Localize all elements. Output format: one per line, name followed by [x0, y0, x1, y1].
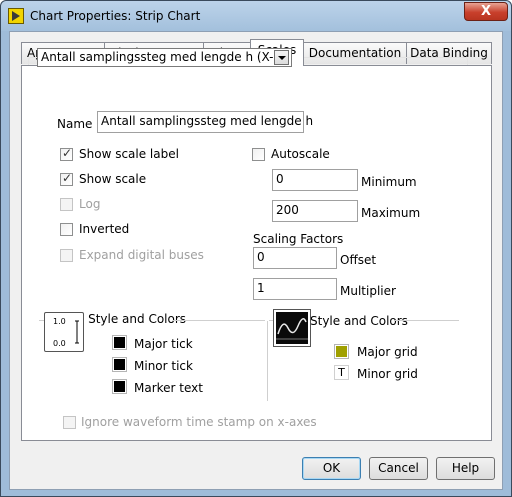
- scale-style-picker[interactable]: 1.0 0.0: [44, 312, 84, 352]
- ok-button[interactable]: OK: [302, 457, 361, 480]
- grid-style-rule-right: [395, 320, 459, 321]
- help-button[interactable]: Help: [436, 457, 495, 480]
- name-field[interactable]: Antall samplingssteg med lengde h: [97, 111, 313, 133]
- offset-field[interactable]: 0: [253, 247, 337, 269]
- grid-style-picker[interactable]: [273, 309, 311, 347]
- svg-text:0.0: 0.0: [53, 339, 66, 348]
- marker-text-color-swatch[interactable]: [112, 379, 127, 394]
- minor-grid-color-swatch[interactable]: T: [334, 365, 349, 380]
- title-bar[interactable]: Chart Properties: Strip Chart X: [1, 1, 511, 31]
- window-title: Chart Properties: Strip Chart: [30, 9, 201, 23]
- major-grid-label: Major grid: [357, 345, 418, 359]
- ignore-timestamp-checkbox: [63, 416, 76, 429]
- axis-selector[interactable]: Antall samplingssteg med lengde h (X-: [37, 48, 292, 67]
- major-grid-color: [336, 346, 347, 357]
- autoscale-checkbox[interactable]: [252, 148, 265, 161]
- major-tick-color: [114, 337, 125, 348]
- scaling-factors-label: Scaling Factors: [253, 232, 344, 246]
- minor-grid-label: Minor grid: [357, 367, 418, 381]
- log-checkbox: [60, 198, 73, 211]
- name-label: Name: [57, 117, 93, 131]
- minor-tick-color: [114, 359, 125, 370]
- expand-digital-buses-label: Expand digital buses: [79, 248, 204, 262]
- dialog-window: Chart Properties: Strip Chart X Appearan…: [0, 0, 512, 497]
- labview-icon: [8, 8, 24, 24]
- maximum-label: Maximum: [361, 206, 421, 220]
- maximum-field[interactable]: 200: [272, 200, 358, 222]
- show-scale-label-checkbox[interactable]: [60, 146, 73, 161]
- major-grid-color-swatch[interactable]: [334, 344, 349, 359]
- marker-text-label: Marker text: [134, 381, 203, 395]
- minor-tick-label: Minor tick: [134, 359, 193, 373]
- axis-selector-value: Antall samplingssteg med lengde h (X-: [41, 50, 274, 64]
- cancel-button[interactable]: Cancel: [369, 457, 428, 480]
- marker-text-color: [114, 381, 125, 392]
- inverted-checkbox[interactable]: [60, 223, 73, 236]
- ignore-timestamp-label: Ignore waveform time stamp on x-axes: [81, 415, 317, 429]
- minor-tick-color-swatch[interactable]: [112, 357, 127, 372]
- minimum-field[interactable]: 0: [272, 169, 358, 191]
- show-scale-checkbox[interactable]: [60, 171, 73, 186]
- multiplier-label: Multiplier: [340, 284, 396, 298]
- scale-style-icon: 1.0 0.0: [53, 317, 79, 348]
- group-divider: [267, 321, 268, 401]
- svg-text:1.0: 1.0: [53, 317, 66, 326]
- multiplier-field[interactable]: 1: [253, 278, 337, 300]
- close-button[interactable]: X: [464, 2, 508, 21]
- waveform-grid-icon: [276, 312, 308, 344]
- chevron-down-icon[interactable]: [274, 50, 289, 65]
- log-label: Log: [79, 197, 101, 211]
- minimum-label: Minimum: [361, 175, 417, 189]
- minor-grid-glyph: T: [338, 366, 345, 379]
- major-tick-color-swatch[interactable]: [112, 335, 127, 350]
- scale-style-rule-right: [173, 320, 265, 321]
- major-tick-label: Major tick: [134, 337, 193, 351]
- inverted-label: Inverted: [79, 222, 130, 236]
- autoscale-label: Autoscale: [271, 147, 330, 161]
- offset-label: Offset: [340, 253, 377, 267]
- show-scale-text: Show scale: [79, 172, 147, 186]
- show-scale-label-label: Show scale label: [79, 147, 179, 161]
- expand-digital-buses-checkbox: [60, 249, 73, 262]
